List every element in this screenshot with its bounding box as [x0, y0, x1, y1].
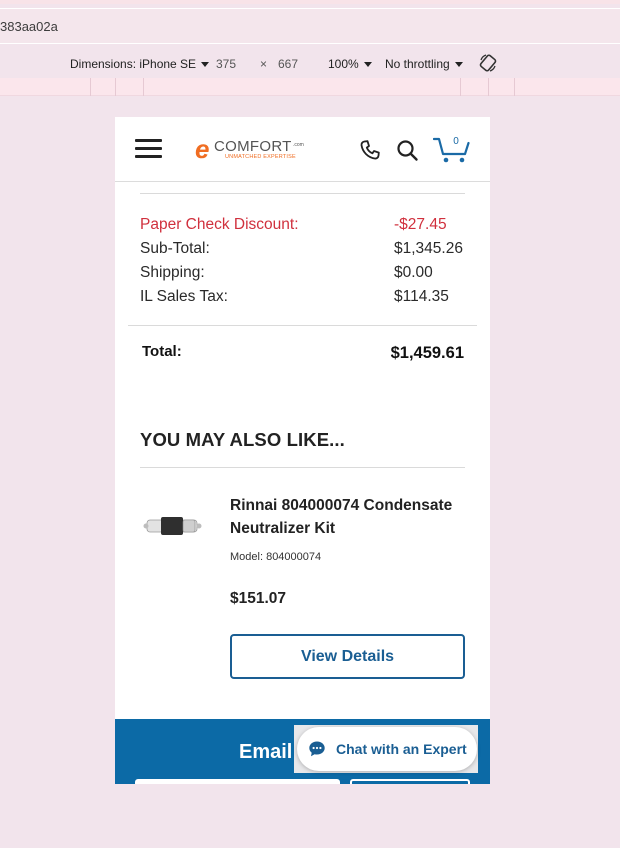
- height-input[interactable]: 667: [278, 57, 298, 71]
- url-text: 383aa02a: [0, 19, 58, 34]
- discount-label: Paper Check Discount:: [140, 216, 299, 233]
- chat-widget: Chat with an Expert: [294, 725, 478, 773]
- tax-label: IL Sales Tax:: [140, 288, 228, 305]
- product-image[interactable]: [143, 512, 203, 538]
- chevron-down-icon: [454, 62, 463, 67]
- divider: [140, 193, 465, 194]
- site-logo[interactable]: e COMFORT .com UNMATCHED EXPERTISE: [195, 134, 313, 164]
- device-toolbar: Dimensions: iPhone SE 375 × 667 100% No …: [0, 48, 620, 78]
- discount-value: -$27.45: [394, 216, 447, 233]
- tax-value: $114.35: [394, 288, 449, 305]
- rotate-icon[interactable]: [478, 53, 498, 73]
- chat-label: Chat with an Expert: [336, 741, 467, 757]
- email-submit-button[interactable]: [350, 779, 470, 784]
- zoom-label: 100%: [328, 57, 359, 71]
- dimensions-dropdown[interactable]: Dimensions: iPhone SE: [70, 57, 210, 71]
- total-label: Total:: [142, 343, 182, 360]
- email-signup-title: Email: [239, 741, 293, 763]
- chevron-down-icon: [201, 62, 210, 67]
- zoom-dropdown[interactable]: 100%: [328, 57, 372, 71]
- subtotal-label: Sub-Total:: [140, 240, 210, 257]
- recommendations-heading: YOU MAY ALSO LIKE...: [140, 429, 345, 450]
- chat-bubble-icon: [309, 741, 325, 757]
- email-field[interactable]: [135, 779, 340, 784]
- total-value: $1,459.61: [390, 344, 464, 362]
- menu-icon[interactable]: [135, 139, 162, 159]
- view-details-button[interactable]: View Details: [230, 634, 465, 679]
- cart-count-badge: 0: [453, 136, 459, 147]
- divider: [140, 467, 465, 468]
- shipping-value: $0.00: [394, 264, 433, 281]
- search-icon[interactable]: [395, 138, 419, 162]
- subtotal-value: $1,345.26: [394, 240, 463, 257]
- tax-row: IL Sales Tax: $114.35: [140, 288, 465, 308]
- device-viewport: e COMFORT .com UNMATCHED EXPERTISE 0 Pap…: [115, 117, 490, 784]
- width-input[interactable]: 375: [216, 57, 236, 71]
- shipping-label: Shipping:: [140, 264, 205, 281]
- site-header: e COMFORT .com UNMATCHED EXPERTISE 0: [115, 117, 490, 182]
- throttling-label: No throttling: [385, 57, 450, 71]
- divider: [128, 325, 477, 326]
- devtools-url-bar[interactable]: 383aa02a: [0, 8, 620, 44]
- subtotal-row: Sub-Total: $1,345.26: [140, 240, 465, 260]
- chevron-down-icon: [363, 62, 372, 67]
- logo-com: .com: [293, 142, 304, 148]
- logo-e: e: [195, 134, 210, 164]
- chat-with-expert-button[interactable]: Chat with an Expert: [297, 727, 477, 771]
- logo-tagline: UNMATCHED EXPERTISE: [225, 154, 296, 160]
- product-model: Model: 804000074: [230, 551, 322, 563]
- throttling-dropdown[interactable]: No throttling: [385, 57, 463, 71]
- product-name[interactable]: Rinnai 804000074 Condensate Neutralizer …: [230, 494, 475, 540]
- dimensions-label: Dimensions: iPhone SE: [70, 57, 197, 71]
- logo-word: COMFORT: [214, 138, 292, 155]
- total-row: Total: $1,459.61: [142, 343, 464, 362]
- shipping-row: Shipping: $0.00: [140, 264, 465, 284]
- times-sign: ×: [260, 57, 268, 71]
- devtools-top-strip: [0, 0, 620, 4]
- media-query-ruler: [0, 78, 620, 96]
- phone-icon[interactable]: [358, 138, 382, 162]
- product-price: $151.07: [230, 590, 287, 607]
- discount-row: Paper Check Discount: -$27.45: [140, 216, 465, 236]
